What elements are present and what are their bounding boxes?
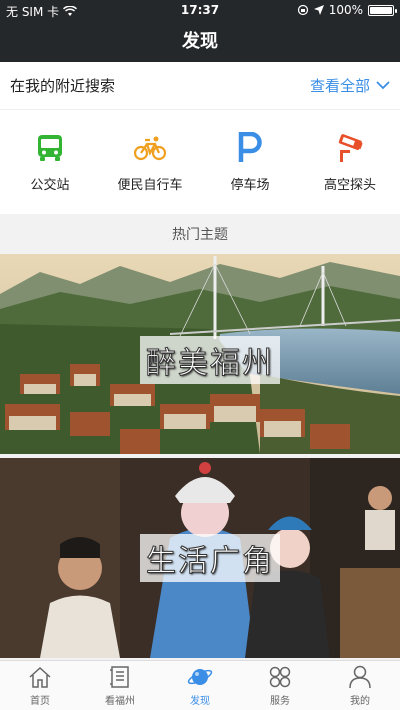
battery-percent: 100% xyxy=(328,3,363,17)
tab-label: 首页 xyxy=(30,695,50,707)
tab-label: 发现 xyxy=(190,695,210,707)
tab-home[interactable]: 首页 xyxy=(0,661,80,710)
nearby-item-bicycle[interactable]: 便民自行车 xyxy=(100,110,200,214)
nearby-item-label: 公交站 xyxy=(30,177,70,193)
status-bar: 无 SIM 卡 17:37 100% xyxy=(0,0,400,22)
topic-banner-life[interactable]: 生活广角 xyxy=(0,458,400,658)
nearby-title: 在我的附近搜索 xyxy=(10,77,116,95)
view-all-button[interactable]: 查看全部 xyxy=(310,75,390,96)
user-icon xyxy=(349,665,371,688)
battery-icon xyxy=(368,4,397,16)
banner-label: 醉美福州 xyxy=(140,336,280,384)
nearby-item-bus-stop[interactable]: 公交站 xyxy=(0,110,100,214)
location-icon xyxy=(313,5,324,15)
hot-topics-title: 热门主题 xyxy=(0,216,400,254)
parking-icon xyxy=(238,131,262,162)
tab-mine[interactable]: 我的 xyxy=(320,661,400,710)
bus-icon xyxy=(38,134,62,161)
document-icon xyxy=(110,665,129,688)
planet-icon xyxy=(187,668,213,685)
nearby-item-camera[interactable]: 高空探头 xyxy=(300,110,400,214)
tab-label: 看福州 xyxy=(105,695,135,707)
nearby-search-panel: 在我的附近搜索 查看全部 公交站 便民自行车 停车场 高空探头 xyxy=(0,62,400,214)
orientation-lock-icon xyxy=(297,4,308,16)
tab-view-fuzhou[interactable]: 看福州 xyxy=(80,661,160,710)
nearby-item-label: 便民自行车 xyxy=(117,177,183,193)
nearby-item-parking[interactable]: 停车场 xyxy=(200,110,300,214)
chevron-down-icon xyxy=(376,81,390,90)
grid-icon xyxy=(269,666,291,687)
nearby-item-label: 停车场 xyxy=(230,177,270,193)
status-right: 100% xyxy=(297,3,397,17)
nav-title: 发现 xyxy=(0,22,400,62)
tab-bar: 首页 看福州 发现 服务 我的 xyxy=(0,660,400,710)
tab-label: 我的 xyxy=(350,695,370,707)
topic-banner-fuzhou[interactable]: 醉美福州 xyxy=(0,254,400,454)
tab-discover[interactable]: 发现 xyxy=(160,661,240,710)
nearby-header: 在我的附近搜索 查看全部 xyxy=(0,62,400,110)
nearby-item-label: 高空探头 xyxy=(323,177,376,193)
camera-icon xyxy=(338,133,363,162)
bicycle-icon xyxy=(134,136,166,160)
banner-label: 生活广角 xyxy=(140,534,280,582)
tab-services[interactable]: 服务 xyxy=(240,661,320,710)
tab-label: 服务 xyxy=(270,695,290,707)
home-icon xyxy=(29,666,51,688)
view-all-label: 查看全部 xyxy=(309,77,370,95)
